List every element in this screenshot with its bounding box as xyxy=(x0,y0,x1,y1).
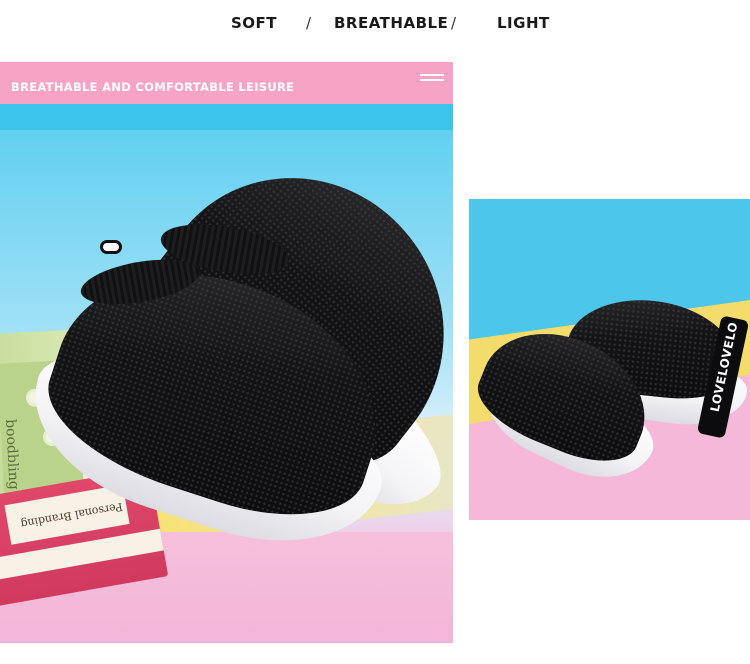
sneaker-front xyxy=(469,311,669,499)
menu-lines-icon xyxy=(420,74,444,84)
sneaker-front xyxy=(10,222,445,592)
feature-separator: / xyxy=(451,14,457,32)
feature-separator: / xyxy=(306,14,312,32)
banner-caption: BREATHABLE AND COMFORTABLE LEISURE xyxy=(11,80,295,94)
banner-stripe xyxy=(0,104,453,130)
feature-breathable: BREATHABLE xyxy=(334,14,449,32)
pull-tab xyxy=(100,240,122,254)
feature-soft: SOFT xyxy=(231,14,278,32)
feature-light: LIGHT xyxy=(497,14,550,32)
product-photo-side: LOVELOVELO xyxy=(469,199,750,520)
product-photo-main: BREATHABLE AND COMFORTABLE LEISURE boodb… xyxy=(0,62,453,643)
